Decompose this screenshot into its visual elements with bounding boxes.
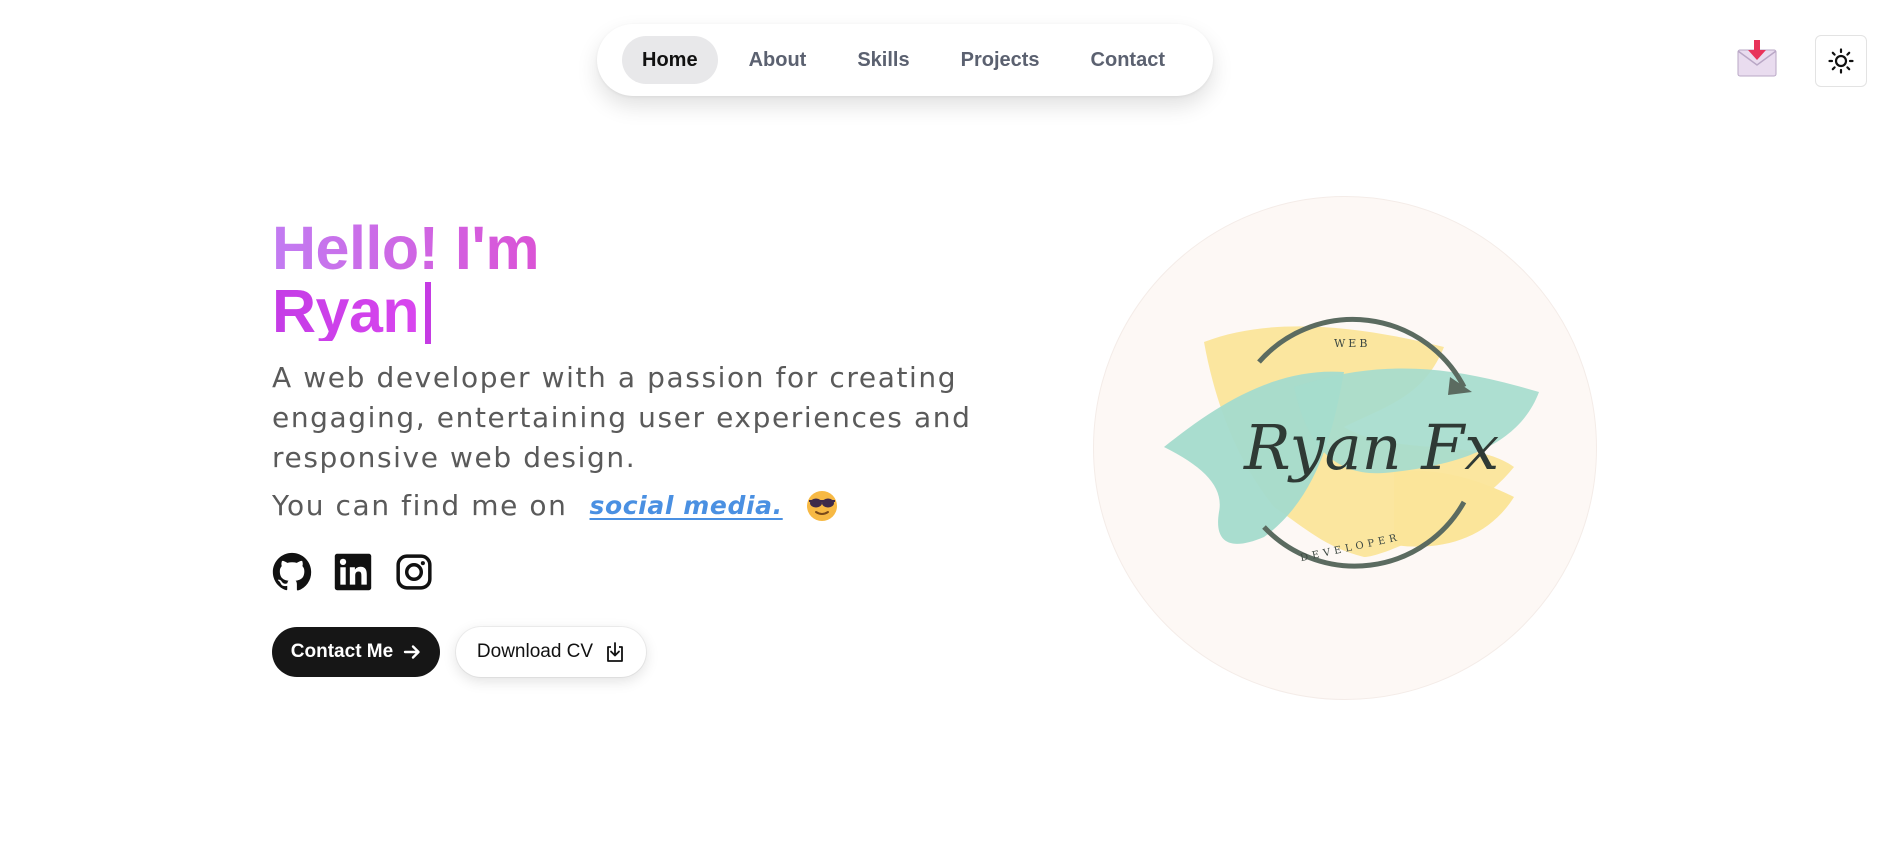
sun-icon <box>1828 48 1854 74</box>
hero-name-line: Ryan <box>272 278 832 344</box>
hero-description: A web developer with a passion for creat… <box>272 361 972 474</box>
mail-download-icon[interactable] <box>1735 38 1779 80</box>
instagram-icon[interactable] <box>394 552 434 592</box>
hero-heading: Hello! I'm Ryan <box>272 218 832 344</box>
social-line: You can find me on social media. <box>272 486 972 526</box>
hero-name: Ryan <box>272 277 420 345</box>
contact-me-button[interactable]: Contact Me <box>272 627 440 677</box>
theme-toggle-button[interactable] <box>1815 35 1867 87</box>
nav-skills[interactable]: Skills <box>837 36 929 84</box>
download-cv-button[interactable]: Download CV <box>456 627 646 677</box>
logo-web-text: WEB <box>1334 337 1370 350</box>
profile-logo: WEB Ryan Fx DEVELOPER <box>1093 196 1597 700</box>
hero-greeting: Hello! I'm <box>272 218 832 279</box>
download-icon <box>607 642 623 662</box>
arrow-right-icon <box>404 645 420 659</box>
social-line-prefix: You can find me on <box>272 489 568 522</box>
nav-projects[interactable]: Projects <box>941 36 1060 84</box>
nav-contact[interactable]: Contact <box>1071 36 1185 84</box>
main-nav: Home About Skills Projects Contact <box>597 24 1213 96</box>
download-cv-label: Download CV <box>476 641 594 662</box>
github-icon[interactable] <box>272 552 312 592</box>
nav-home[interactable]: Home <box>622 36 718 84</box>
social-icons <box>272 552 455 592</box>
sunglasses-emoji-icon <box>805 489 839 523</box>
contact-me-label: Contact Me <box>290 641 394 662</box>
social-media-link[interactable]: social media. <box>590 486 783 526</box>
nav-about[interactable]: About <box>729 36 827 84</box>
linkedin-icon[interactable] <box>333 552 373 592</box>
logo-script-text: Ryan Fx <box>1243 411 1499 484</box>
typing-caret <box>425 282 432 344</box>
